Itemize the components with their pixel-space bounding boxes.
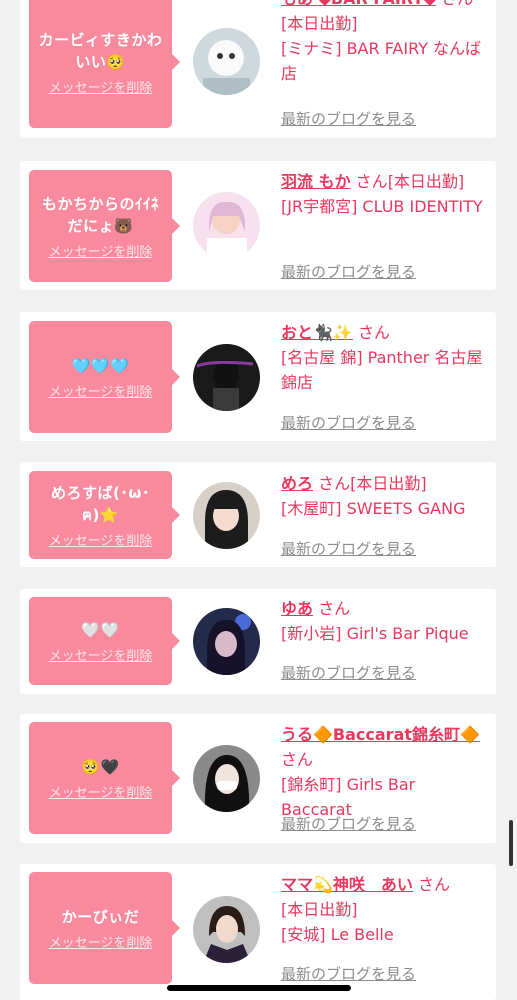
message-text: もかちからのｲｲﾈだにょ🐻 [41,194,159,235]
avatar-photo [193,28,260,95]
message-bubble: もかちからのｲｲﾈだにょ🐻 メッセージを削除 [29,170,180,282]
cast-name-link[interactable]: ゆあ [281,599,313,618]
status-badge: [本日出勤] [350,474,427,493]
cast-info: ゆあ さん [新小岩] Girl's Bar Pique [281,596,491,646]
message-bubble: 🥺🖤 メッセージを削除 [29,722,180,834]
avatar[interactable] [193,482,260,549]
message-bubble: 🤍🤍 メッセージを削除 [29,597,180,685]
cast-name-link[interactable]: 羽流 もか [281,172,351,191]
cast-info: 羽流 もか さん[本日出勤] [JR宇都宮] CLUB IDENTITY [281,169,491,219]
message-card: もかちからのｲｲﾈだにょ🐻 メッセージを削除 羽流 もか さん[本日出勤] [J… [20,161,496,290]
message-text: 🩵🩵🩵 [71,356,130,375]
latest-blog-link[interactable]: 最新のブログを見る [281,261,416,282]
status-badge: [本日出勤] [281,14,358,33]
message-text: カービィすきかわいい🥺 [38,30,163,71]
message-card: 🩵🩵🩵 メッセージを削除 おと🐈‍⬛✨ さん [名古屋 錦] Panther 名… [20,312,496,441]
message-bubble: かーびぃだ メッセージを削除 [29,872,180,984]
latest-blog-link[interactable]: 最新のブログを見る [281,108,416,129]
cast-info: おと🐈‍⬛✨ さん [名古屋 錦] Panther 名古屋錦店 [281,320,491,395]
avatar[interactable] [193,192,260,259]
shop-name: [安城] Le Belle [281,925,394,944]
message-card: めろすば(･ω･ฅ)⭐ メッセージを削除 めろ さん[本日出勤] [木屋町] S… [20,462,496,567]
honorific: さん [441,0,473,8]
avatar-photo [193,896,260,963]
delete-message-link[interactable]: メッセージを削除 [49,381,153,400]
avatar[interactable] [193,608,260,675]
status-badge: [本日出勤] [281,900,358,919]
message-bubble: めろすば(･ω･ฅ)⭐ メッセージを削除 [29,471,180,559]
honorific: さん [318,474,351,493]
shop-name: [ミナミ] BAR FAIRY なんば店 [281,39,482,83]
latest-blog-link[interactable]: 最新のブログを見る [281,813,416,834]
latest-blog-link[interactable]: 最新のブログを見る [281,412,416,433]
avatar-photo [193,482,260,549]
avatar[interactable] [193,28,260,95]
shop-name: [JR宇都宮] CLUB IDENTITY [281,197,483,216]
shop-name: [木屋町] SWEETS GANG [281,499,466,518]
honorific: さん [357,323,390,342]
honorific: さん [281,750,314,769]
cast-name-link[interactable]: めろ [281,474,313,493]
honorific: さん [418,875,451,894]
avatar[interactable] [193,896,260,963]
avatar-photo [193,344,260,411]
delete-message-link[interactable]: メッセージを削除 [49,241,153,260]
cast-name-link[interactable]: おと🐈‍⬛✨ [281,323,353,342]
cast-info: うる🔶Baccarat錦糸町🔶 さん [錦糸町] Girls Bar Bacca… [281,722,491,822]
avatar[interactable] [193,745,260,812]
cast-name-link[interactable]: ママ💫神咲 あい [281,875,413,894]
avatar[interactable] [193,344,260,411]
avatar-photo [193,608,260,675]
message-card: カービィすきかわいい🥺 メッセージを削除 もあ ◆BAR FAIRY◆ さん [… [20,0,496,138]
honorific: さん [318,599,351,618]
delete-message-link[interactable]: メッセージを削除 [49,77,153,96]
shop-name: [名古屋 錦] Panther 名古屋錦店 [281,348,483,392]
avatar-photo [193,745,260,812]
message-text: かーびぃだ [61,907,140,926]
honorific: さん [355,172,388,191]
message-text: 🤍🤍 [81,620,120,639]
shop-name: [新小岩] Girl's Bar Pique [281,624,469,643]
message-card: 🤍🤍 メッセージを削除 ゆあ さん [新小岩] Girl's Bar Pique… [20,589,496,694]
avatar-photo [193,192,260,259]
delete-message-link[interactable]: メッセージを削除 [49,932,153,951]
message-bubble: カービィすきかわいい🥺 メッセージを削除 [29,0,180,128]
latest-blog-link[interactable]: 最新のブログを見る [281,963,416,984]
latest-blog-link[interactable]: 最新のブログを見る [281,662,416,683]
delete-message-link[interactable]: メッセージを削除 [49,782,153,801]
latest-blog-link[interactable]: 最新のブログを見る [281,538,416,559]
home-indicator[interactable] [167,985,351,991]
cast-info: もあ ◆BAR FAIRY◆ さん [本日出勤] [ミナミ] BAR FAIRY… [281,0,491,86]
cast-info: ママ💫神咲 あい さん [本日出勤] [安城] Le Belle [281,872,491,947]
cast-name-link[interactable]: もあ ◆BAR FAIRY◆ [281,0,436,8]
message-card: 🥺🖤 メッセージを削除 うる🔶Baccarat錦糸町🔶 さん [錦糸町] Gir… [20,714,496,843]
cast-name-link[interactable]: うる🔶Baccarat錦糸町🔶 [281,725,480,744]
message-text: 🥺🖤 [81,757,120,776]
status-badge: [本日出勤] [387,172,465,191]
delete-message-link[interactable]: メッセージを削除 [49,645,153,664]
message-text: めろすば(･ω･ฅ)⭐ [51,483,150,524]
delete-message-link[interactable]: メッセージを削除 [49,530,153,549]
message-card: かーびぃだ メッセージを削除 ママ💫神咲 あい さん [本日出勤] [安城] L… [20,864,496,1000]
message-bubble: 🩵🩵🩵 メッセージを削除 [29,321,180,433]
cast-info: めろ さん[本日出勤] [木屋町] SWEETS GANG [281,471,491,521]
scrollbar[interactable] [509,820,513,866]
